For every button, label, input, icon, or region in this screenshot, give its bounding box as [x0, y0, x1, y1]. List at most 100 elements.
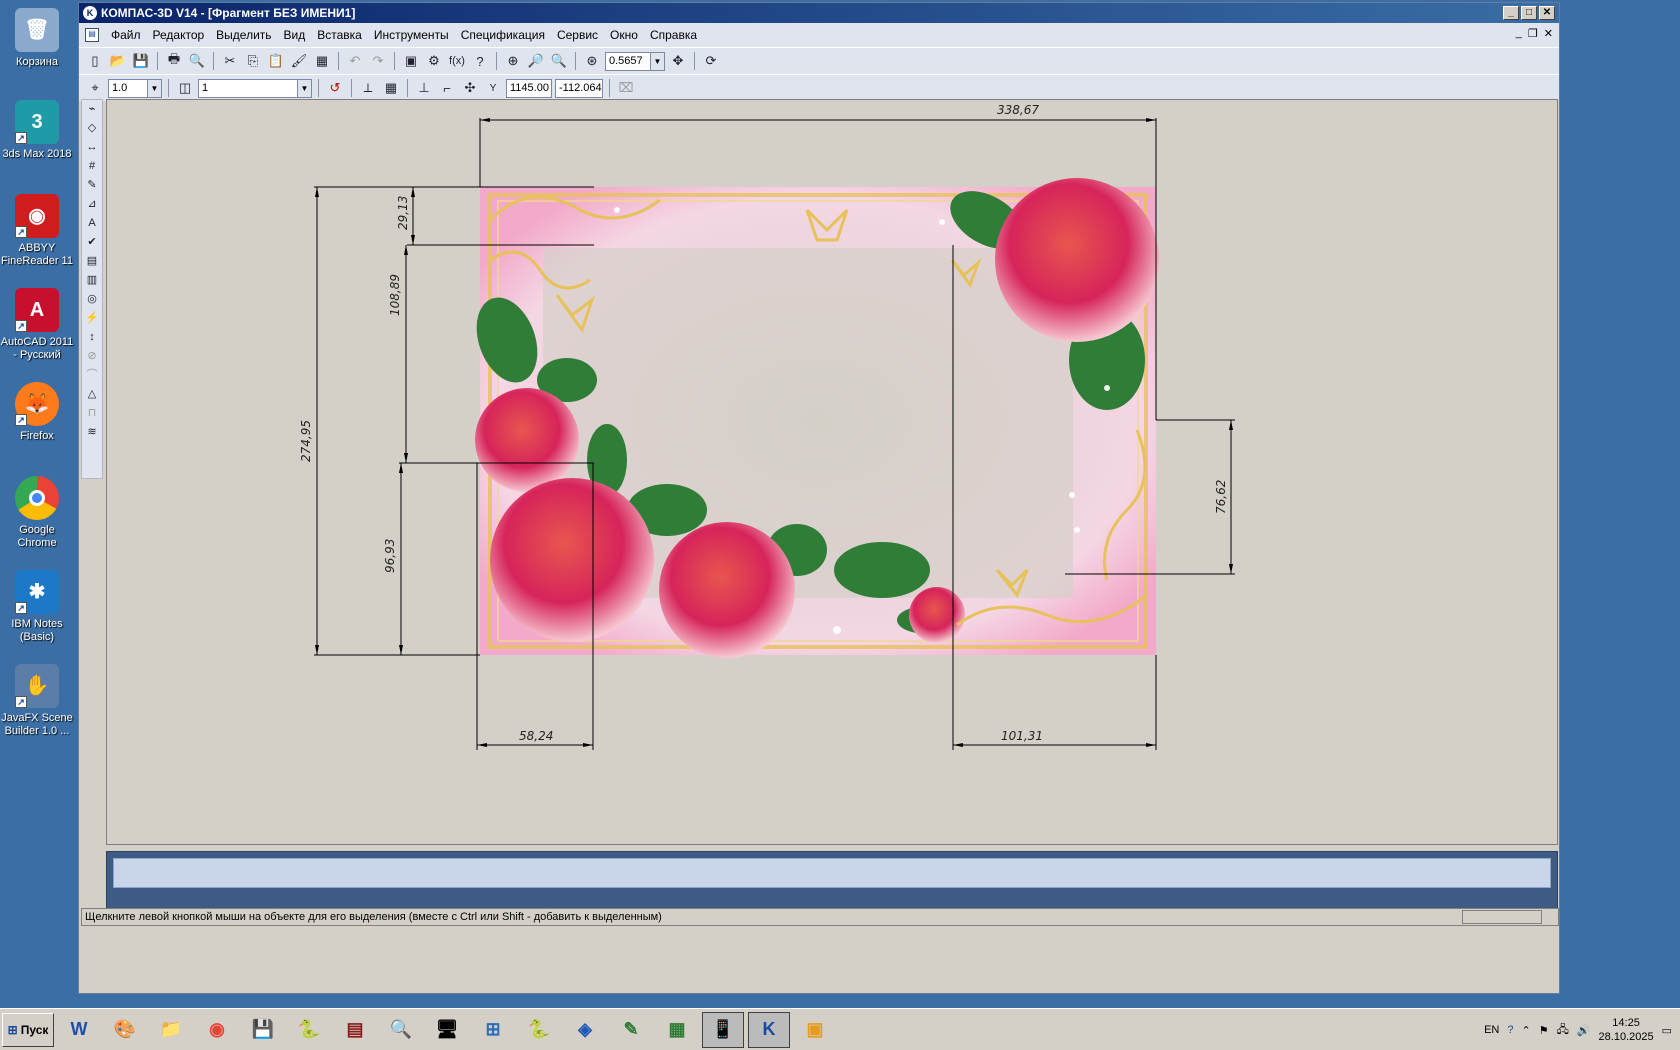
taskbar-python2-icon[interactable]: 🐍: [518, 1012, 560, 1048]
chevron-down-icon[interactable]: ▼: [297, 79, 311, 97]
taskbar-search-icon[interactable]: 🔍: [380, 1012, 422, 1048]
menu-select[interactable]: Выделить: [210, 28, 277, 42]
volume-icon[interactable]: 🔊: [1577, 1024, 1591, 1037]
snap-icon[interactable]: ↺: [325, 78, 345, 98]
flag-icon[interactable]: ⚑: [1539, 1024, 1549, 1037]
pan-icon[interactable]: ✥: [668, 51, 688, 71]
refresh-icon[interactable]: ⟳: [701, 51, 721, 71]
tool-c-icon[interactable]: ⊘: [82, 347, 102, 366]
step-combo[interactable]: 1.0 ▼: [108, 78, 162, 98]
redo-icon[interactable]: ↷: [368, 51, 388, 71]
new-file-icon[interactable]: ▯: [85, 51, 105, 71]
ortho-icon[interactable]: ⟂: [358, 78, 378, 98]
desktop-icon-ibm-notes[interactable]: ✱ ↗ IBM Notes (Basic): [0, 570, 74, 644]
taskbar-network-icon[interactable]: ⊞: [472, 1012, 514, 1048]
layer-icon[interactable]: ◫: [175, 78, 195, 98]
menu-help[interactable]: Справка: [644, 28, 703, 42]
chevron-up-icon[interactable]: ⌃: [1521, 1024, 1530, 1037]
zoom-all-icon[interactable]: ⊛: [582, 51, 602, 71]
select-icon[interactable]: ✔: [82, 233, 102, 252]
close-button[interactable]: ✕: [1539, 6, 1555, 20]
taskbar-python-icon[interactable]: 🐍: [288, 1012, 330, 1048]
desktop-icon-autocad[interactable]: A ↗ AutoCAD 2011 - Русский: [0, 288, 74, 362]
dimensions-icon[interactable]: ↔: [82, 138, 102, 157]
layer-combo[interactable]: 1 ▼: [198, 78, 312, 98]
manager-icon[interactable]: ▣: [401, 51, 421, 71]
reports-icon[interactable]: ▥: [82, 271, 102, 290]
zoom-in-icon[interactable]: 🔎: [526, 51, 546, 71]
menu-view[interactable]: Вид: [278, 28, 312, 42]
desktop-icon-3dsmax[interactable]: 3 ↗ 3ds Max 2018: [0, 100, 74, 161]
help-icon[interactable]: ?: [1507, 1024, 1513, 1036]
library-icon[interactable]: ⚙: [424, 51, 444, 71]
snap-settings-icon[interactable]: ✣: [460, 78, 480, 98]
tool-f-icon[interactable]: ⊓: [82, 404, 102, 423]
menu-edit[interactable]: Редактор: [147, 28, 211, 42]
zoom-combo[interactable]: 0.5657 ▼: [605, 51, 665, 71]
format-painter-icon[interactable]: 🖌: [289, 51, 309, 71]
doc-close-icon[interactable]: ✕: [1544, 27, 1553, 40]
preview-icon[interactable]: 🔍: [187, 51, 207, 71]
save-icon[interactable]: 💾: [131, 51, 151, 71]
tool-b-icon[interactable]: ↕: [82, 328, 102, 347]
menu-file[interactable]: Файл: [105, 28, 147, 42]
taskbar-pc-icon[interactable]: 🖥: [426, 1012, 468, 1048]
taskbar-word-icon[interactable]: W: [58, 1012, 100, 1048]
tool-e-icon[interactable]: △: [82, 385, 102, 404]
network-tray-icon[interactable]: 🖧: [1557, 1021, 1569, 1040]
taskbar-virtualbox-icon[interactable]: ◈: [564, 1012, 606, 1048]
maximize-button[interactable]: □: [1521, 6, 1537, 20]
language-indicator[interactable]: EN: [1484, 1024, 1499, 1036]
minimize-button[interactable]: _: [1503, 6, 1519, 20]
grid-icon[interactable]: ▦: [381, 78, 401, 98]
taskbar-paint-icon[interactable]: 🎨: [104, 1012, 146, 1048]
local-cs-icon[interactable]: ⊥: [414, 78, 434, 98]
undo-icon[interactable]: ↶: [345, 51, 365, 71]
measure-icon[interactable]: A: [82, 214, 102, 233]
chevron-down-icon[interactable]: ▼: [147, 79, 161, 97]
taskbar-save-icon[interactable]: 💾: [242, 1012, 284, 1048]
open-file-icon[interactable]: 📂: [108, 51, 128, 71]
show-desktop-icon[interactable]: ▭: [1662, 1024, 1672, 1037]
properties-panel-content[interactable]: [113, 858, 1551, 888]
desktop-icon-javafx[interactable]: ✋ ↗ JavaFX Scene Builder 1.0 ...: [0, 664, 74, 738]
copy-icon[interactable]: ⎘: [243, 51, 263, 71]
step-icon[interactable]: ⌖: [85, 78, 105, 98]
hatch-icon[interactable]: #: [82, 157, 102, 176]
taskbar-chrome-icon[interactable]: ◉: [196, 1012, 238, 1048]
print-icon[interactable]: 🖶: [164, 51, 184, 71]
clock[interactable]: 14:25 28.10.2025: [1599, 1016, 1654, 1044]
constraints-icon[interactable]: ◎: [82, 290, 102, 309]
taskbar-kompas-icon[interactable]: K: [748, 1011, 790, 1048]
edit-icon[interactable]: ✎: [82, 176, 102, 195]
taskbar-app-icon[interactable]: ▣: [794, 1012, 836, 1048]
cut-icon[interactable]: ✂: [220, 51, 240, 71]
taskbar-monitor-icon[interactable]: ▦: [656, 1012, 698, 1048]
zoom-window-icon[interactable]: ⊕: [503, 51, 523, 71]
paste-icon[interactable]: 📋: [266, 51, 286, 71]
postcard-image[interactable]: [466, 178, 1159, 658]
coord-x-field[interactable]: 1145.00: [506, 78, 552, 98]
taskbar-explorer-icon[interactable]: 📁: [150, 1012, 192, 1048]
desktop-icon-chrome[interactable]: Google Chrome: [0, 476, 74, 550]
taskbar-winrar-icon[interactable]: ▤: [334, 1012, 376, 1048]
drawing-canvas[interactable]: 338,67 274,95 29,13 108,89 96,93 58,24 1…: [106, 99, 1558, 845]
tool-g-icon[interactable]: ≋: [82, 423, 102, 442]
coord-y-field[interactable]: -112.064: [555, 78, 603, 98]
chevron-down-icon[interactable]: ▼: [650, 52, 664, 70]
doc-restore-icon[interactable]: ❐: [1528, 27, 1538, 40]
shapes-icon[interactable]: ◇: [82, 119, 102, 138]
menu-insert[interactable]: Вставка: [311, 28, 368, 42]
geometry-icon[interactable]: ⌁: [82, 100, 102, 119]
desktop-icon-abbyy[interactable]: ◉ ↗ ABBYY FineReader 11: [0, 194, 74, 268]
ortho-mode-icon[interactable]: ⌐: [437, 78, 457, 98]
params-icon[interactable]: ⊿: [82, 195, 102, 214]
doc-minimize-icon[interactable]: _: [1516, 27, 1522, 40]
tool-a-icon[interactable]: ⚡: [82, 309, 102, 328]
document-icon[interactable]: ▤: [85, 28, 99, 42]
variables-icon[interactable]: f(x): [447, 51, 467, 71]
menu-specification[interactable]: Спецификация: [455, 28, 551, 42]
window-titlebar[interactable]: K КОМПАС-3D V14 - [Фрагмент БЕЗ ИМЕНИ1] …: [79, 3, 1559, 23]
desktop-icon-firefox[interactable]: 🦊 ↗ Firefox: [0, 382, 74, 443]
start-button[interactable]: ⊞ Пуск: [2, 1012, 54, 1047]
